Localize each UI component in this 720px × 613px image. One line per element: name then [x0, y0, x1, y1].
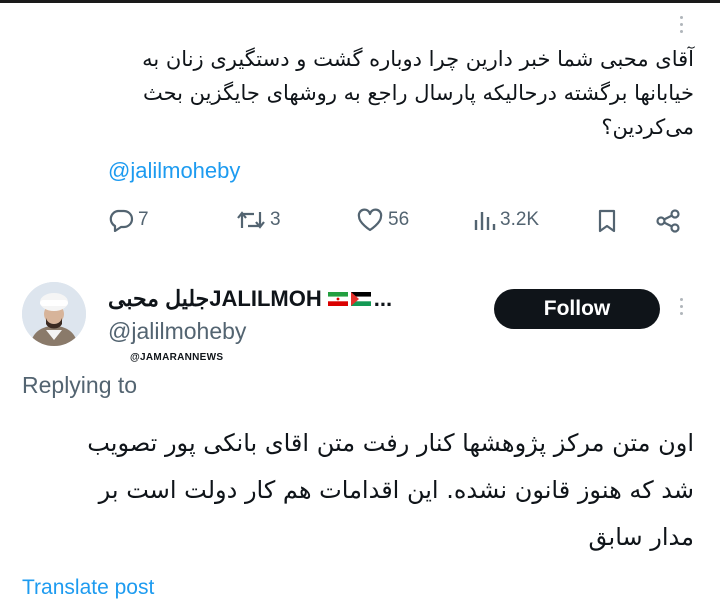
like-icon — [357, 208, 383, 232]
replying-to-label: Replying to — [22, 372, 138, 398]
views-count: 3.2K — [500, 209, 540, 230]
like-count: 56 — [388, 209, 410, 230]
reply-icon — [109, 209, 134, 232]
author-display-name: جلیل محبیJALILMOH — [108, 286, 322, 311]
views-action[interactable]: 3.2K — [472, 208, 539, 232]
more-icon[interactable] — [680, 298, 683, 315]
reply-action[interactable]: 7 — [108, 208, 149, 232]
mention-link[interactable]: @jalilmoheby — [108, 158, 240, 184]
views-icon — [474, 212, 496, 230]
like-action[interactable]: 56 — [356, 208, 409, 232]
repost-icon — [237, 211, 265, 229]
flags: ... — [327, 286, 393, 312]
reply-count: 7 — [138, 209, 149, 230]
follow-button[interactable]: Follow — [494, 289, 660, 329]
translate-post-link[interactable]: Translate post — [22, 576, 154, 600]
bookmark-icon — [598, 209, 616, 233]
name-ellipsis: ... — [373, 286, 393, 311]
repost-action[interactable]: 3 — [236, 208, 281, 232]
palestine-flag-icon — [350, 292, 371, 306]
quoted-tweet-text: آقای محبی شما خبر دارین چرا دوباره گشت و… — [142, 47, 694, 139]
author-name-row[interactable]: جلیل محبیJALILMOH ... — [108, 284, 392, 314]
avatar[interactable] — [22, 282, 86, 346]
action-bar: 7 3 56 3.2K — [108, 208, 698, 244]
bookmark-action[interactable] — [596, 208, 618, 234]
reply-tweet-text: اون متن مرکز پژوهشها کنار رفت متن اقای ب… — [87, 429, 694, 551]
share-icon — [656, 209, 680, 233]
repost-count: 3 — [270, 209, 281, 230]
iran-flag-icon — [327, 292, 348, 306]
author-handle[interactable]: @jalilmoheby — [108, 318, 246, 345]
top-edge-strip — [0, 0, 720, 3]
share-action[interactable] — [654, 208, 682, 234]
more-icon[interactable] — [680, 16, 683, 33]
watermark: @JAMARANNEWS — [130, 352, 224, 363]
